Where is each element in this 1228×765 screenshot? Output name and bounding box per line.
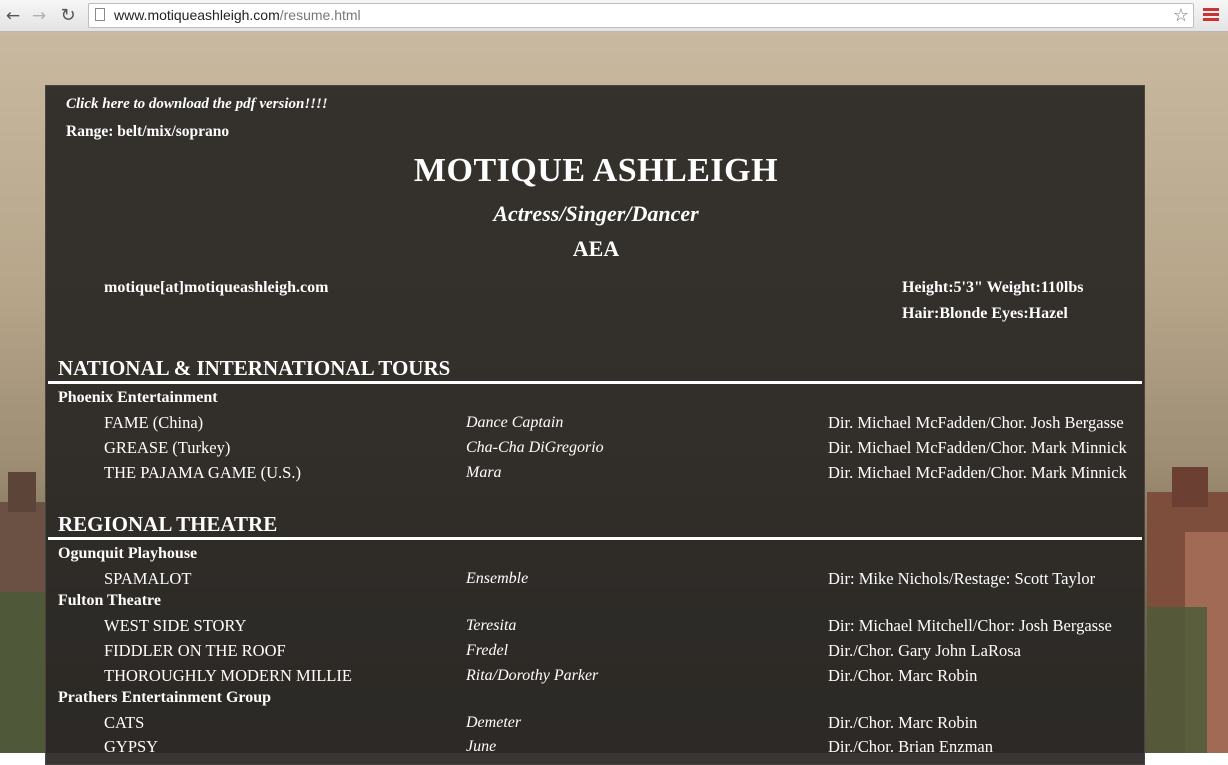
union-affiliation: AEA (572, 236, 620, 261)
credit-role: Ensemble (466, 570, 529, 587)
credit-show: CATS (104, 713, 145, 732)
credit-role: Cha-Cha DiGregorio (466, 439, 604, 456)
height-weight: Height:5'3" Weight:110lbs (902, 279, 1084, 296)
url-path: /resume.html (279, 7, 361, 23)
credit-show: FIDDLER ON THE ROOF (104, 641, 286, 660)
company-name: Fulton Theatre (58, 592, 161, 609)
credit-show: WEST SIDE STORY (104, 616, 247, 635)
credit-director: Dir./Chor. Marc Robin (828, 666, 978, 685)
credit-director: Dir: Michael Mitchell/Chor: Josh Bergass… (828, 616, 1112, 635)
section-divider (48, 381, 1142, 384)
performer-name: MOTIQUE ASHLEIGH (413, 152, 779, 189)
credit-director: Dir./Chor. Gary John LaRosa (828, 641, 1021, 660)
building-left-tower (8, 472, 36, 512)
credit-show: THOROUGHLY MODERN MILLIE (104, 666, 352, 685)
credit-show: FAME (China) (104, 413, 204, 432)
credit-director: Dir. Michael McFadden/Chor. Josh Bergass… (828, 413, 1124, 432)
resume-panel: Click here to download the pdf version!!… (45, 85, 1145, 765)
pdf-download-link[interactable]: Click here to download the pdf version!!… (66, 96, 328, 113)
address-bar[interactable]: www.motiqueashleigh.com/resume.html ☆ (88, 3, 1194, 28)
credit-show: SPAMALOT (104, 569, 192, 588)
url-domain: www.motiqueashleigh.com (114, 7, 280, 23)
bookmark-star-icon[interactable]: ☆ (1173, 4, 1189, 27)
company-name: Phoenix Entertainment (58, 389, 218, 406)
credit-role: Fredel (466, 642, 509, 659)
section-divider (48, 537, 1142, 540)
browser-menu-icon[interactable] (1203, 8, 1219, 24)
contact-email: motique[at]motiqueashleigh.com (104, 279, 329, 296)
credit-director: Dir: Mike Nichols/Restage: Scott Taylor (828, 569, 1096, 588)
tagline: Actress/Singer/Dancer (493, 201, 699, 226)
back-arrow-icon[interactable]: ← (2, 5, 24, 27)
trees-left (0, 592, 45, 753)
credit-director: Dir. Michael McFadden/Chor. Mark Minnick (828, 438, 1127, 457)
credit-role: Mara (466, 464, 502, 481)
credit-director: Dir. Michael McFadden/Chor. Mark Minnick (828, 463, 1127, 482)
credit-show: THE PAJAMA GAME (U.S.) (104, 463, 301, 482)
credit-role: Rita/Dorothy Parker (466, 667, 599, 684)
credit-role: Demeter (466, 714, 522, 731)
credit-show: GREASE (Turkey) (104, 438, 231, 457)
company-name: Prathers Entertainment Group (58, 689, 272, 706)
url-text[interactable]: www.motiqueashleigh.com/resume.html (114, 4, 361, 27)
building-right-tower (1172, 467, 1208, 507)
credit-role: June (466, 738, 497, 755)
credit-role: Teresita (466, 617, 517, 634)
page-icon (95, 8, 105, 21)
credit-role: Dance Captain (466, 414, 564, 431)
credit-director: Dir./Chor. Brian Enzman (828, 737, 993, 756)
hair-eyes: Hair:Blonde Eyes:Hazel (902, 305, 1068, 322)
forward-arrow-icon[interactable]: → (28, 5, 50, 27)
reload-icon[interactable]: ↻ (57, 5, 79, 27)
section-title-regional: REGIONAL THEATRE (58, 512, 278, 536)
browser-toolbar: ← → ↻ www.motiqueashleigh.com/resume.htm… (0, 0, 1228, 32)
credit-director: Dir./Chor. Marc Robin (828, 713, 978, 732)
trees-right (1147, 607, 1207, 753)
credit-show: GYPSY (104, 737, 159, 756)
vocal-range: Range: belt/mix/soprano (66, 123, 230, 140)
section-title-tours: NATIONAL & INTERNATIONAL TOURS (58, 356, 451, 380)
company-name: Ogunquit Playhouse (58, 545, 198, 562)
